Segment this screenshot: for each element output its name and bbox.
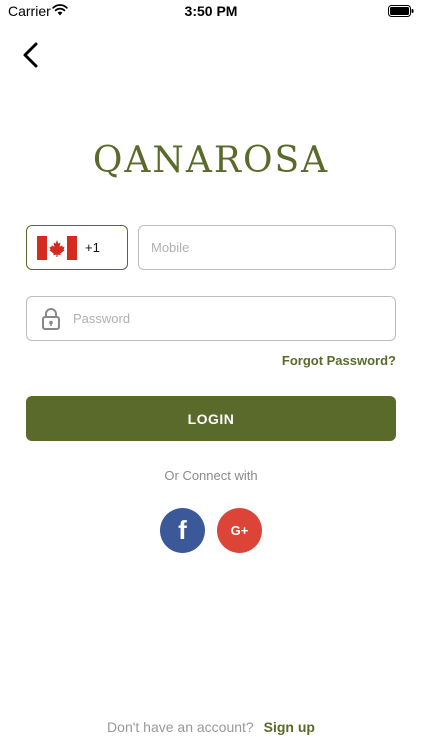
forgot-password-link[interactable]: Forgot Password? <box>282 353 396 368</box>
login-button[interactable]: LOGIN <box>26 396 396 441</box>
country-code: +1 <box>85 240 100 255</box>
chevron-left-icon <box>23 42 38 68</box>
status-bar: Carrier 3:50 PM <box>0 0 422 24</box>
signup-link[interactable]: Sign up <box>264 719 315 735</box>
facebook-icon: f <box>178 515 187 545</box>
connect-with-label: Or Connect with <box>164 468 258 483</box>
battery-icon <box>388 5 414 17</box>
country-code-picker[interactable]: +1 <box>26 225 128 270</box>
back-button[interactable] <box>16 38 50 72</box>
signup-row: Don't have an account? Sign up <box>0 719 422 735</box>
mobile-input[interactable] <box>138 225 396 270</box>
signup-prompt: Don't have an account? <box>107 719 254 735</box>
password-field[interactable] <box>26 296 396 341</box>
google-plus-icon: G+ <box>230 523 249 538</box>
lock-icon <box>42 308 60 330</box>
facebook-login-button[interactable]: f <box>160 508 205 553</box>
google-login-button[interactable]: G+ <box>217 508 262 553</box>
canada-flag-icon <box>37 236 77 260</box>
clock-time: 3:50 PM <box>184 3 238 19</box>
password-input[interactable] <box>73 297 393 340</box>
brand-logo: QANAROSA <box>92 140 330 181</box>
